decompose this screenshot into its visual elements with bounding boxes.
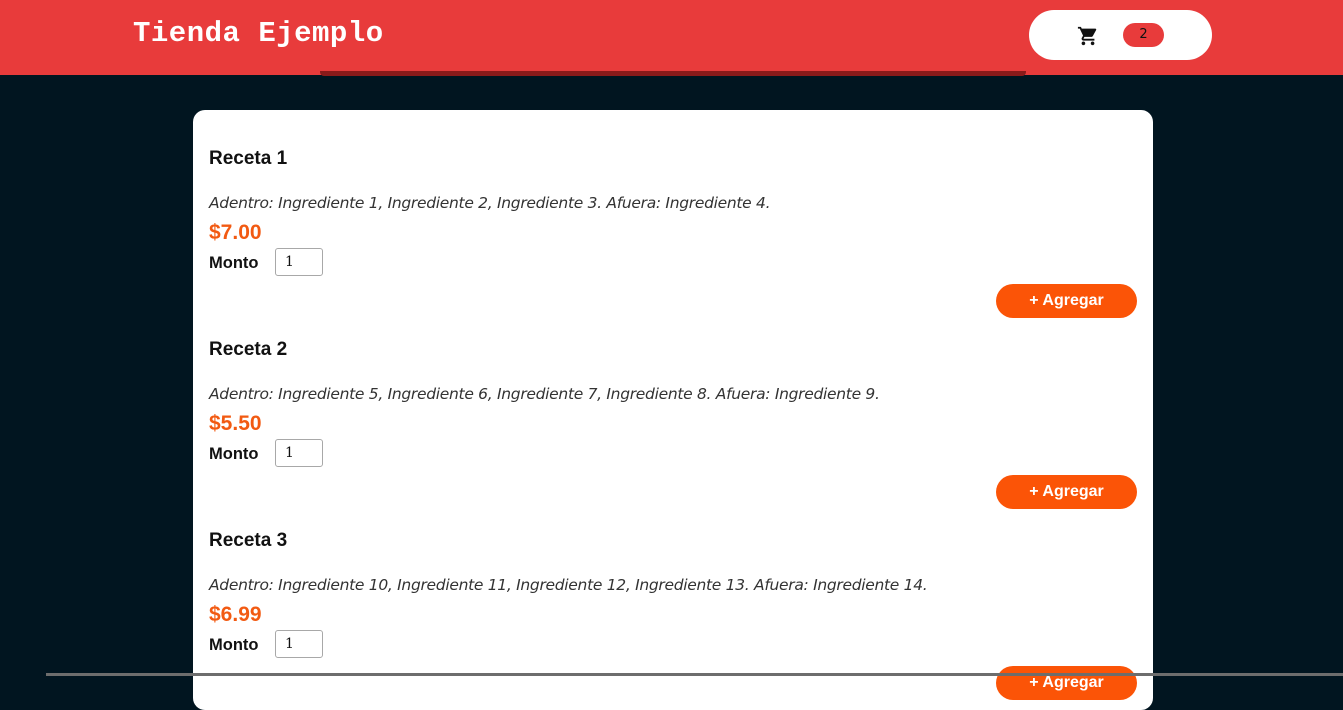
cart-button[interactable]: 2 (1029, 10, 1212, 60)
quantity-label: Monto (209, 445, 259, 463)
cart-count-badge: 2 (1123, 23, 1164, 47)
product-price: $5.50 (209, 412, 262, 435)
product-name: Receta 1 (209, 148, 288, 169)
add-to-cart-button[interactable]: + Agregar (996, 666, 1137, 700)
product-description: Adentro: Ingrediente 5, Ingrediente 6, I… (209, 385, 880, 403)
quantity-label: Monto (209, 636, 259, 654)
quantity-input[interactable] (275, 439, 323, 467)
product-description: Adentro: Ingrediente 10, Ingrediente 11,… (209, 576, 928, 594)
product-name: Receta 3 (209, 530, 288, 551)
quantity-input[interactable] (275, 248, 323, 276)
product-card: Receta 2 Adentro: Ingrediente 5, Ingredi… (209, 301, 1137, 509)
product-price: $6.99 (209, 603, 262, 626)
header-shadow (320, 71, 1026, 76)
quantity-input[interactable] (275, 630, 323, 658)
quantity-label: Monto (209, 254, 259, 272)
store-brand[interactable]: Tienda Ejemplo (133, 17, 384, 50)
product-price: $7.00 (209, 221, 262, 244)
product-name: Receta 2 (209, 339, 288, 360)
product-card: Receta 3 Adentro: Ingrediente 10, Ingred… (209, 492, 1137, 700)
product-card: Receta 1 Adentro: Ingrediente 1, Ingredi… (209, 110, 1137, 318)
product-description: Adentro: Ingrediente 1, Ingrediente 2, I… (209, 194, 771, 212)
shopping-cart-icon (1077, 26, 1097, 46)
top-bar: Tienda Ejemplo 2 (0, 0, 1343, 75)
product-list-panel: Receta 1 Adentro: Ingrediente 1, Ingredi… (193, 110, 1153, 710)
